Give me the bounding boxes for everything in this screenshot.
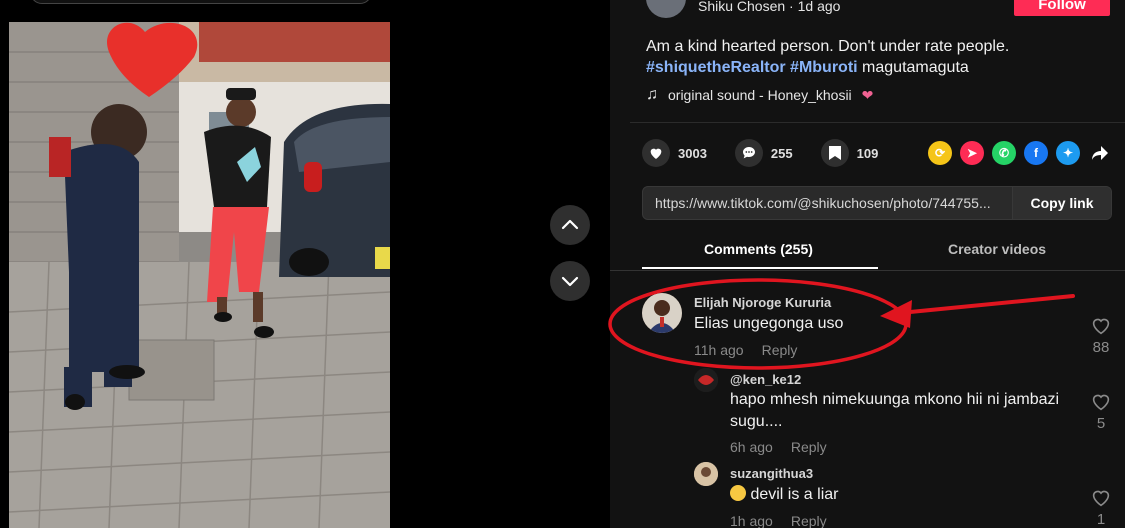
comment-text-row: devil is a liar <box>730 484 838 506</box>
commenter-photo <box>642 293 682 333</box>
music-note-icon: ♫ <box>646 86 658 103</box>
comment-author[interactable]: suzangithua3 <box>730 466 813 481</box>
avatar[interactable] <box>694 368 718 392</box>
share-arrow-icon <box>1092 146 1108 160</box>
heart-outline-icon <box>1092 490 1110 507</box>
commenter-photo <box>694 462 718 486</box>
twitter-icon: ✦ <box>1062 146 1074 160</box>
avatar[interactable] <box>642 293 682 333</box>
post-time: 1d ago <box>797 0 841 14</box>
comment-text-line: hapo mhesh nimekuunga mkono hii ni jamba… <box>730 391 1060 408</box>
caption-text: Am a kind hearted person. Don't under ra… <box>646 38 1010 55</box>
comment-time: 1h ago <box>730 513 773 528</box>
share-link-field[interactable]: https://www.tiktok.com/@shikuchosen/phot… <box>643 195 1012 211</box>
separator-dot: · <box>785 0 798 14</box>
share-link-box: https://www.tiktok.com/@shikuchosen/phot… <box>642 186 1112 220</box>
comment-author[interactable]: Elijah Njoroge Kururia <box>694 295 831 310</box>
comment-meta: 6h ago Reply <box>730 439 827 455</box>
comment-text: devil is a liar <box>750 486 839 503</box>
heart-outline-icon <box>1092 394 1110 411</box>
author-name[interactable]: Shiku Chosen <box>698 0 785 14</box>
comment-like[interactable]: 5 <box>1086 393 1116 432</box>
comment-like-count: 88 <box>1092 339 1110 356</box>
chevron-up-icon <box>561 219 579 230</box>
repost-button[interactable]: ⟳ <box>928 141 952 165</box>
heart-icon <box>650 148 662 159</box>
bookmark-icon <box>828 146 841 160</box>
comment-like-count: 1 <box>1096 511 1106 528</box>
post-photo <box>9 22 390 528</box>
comment-count: 255 <box>770 145 793 161</box>
heart-outline-icon <box>1092 318 1110 335</box>
send-button[interactable]: ➤ <box>960 141 984 165</box>
caption-tail: magutamaguta <box>862 59 969 76</box>
author-avatar[interactable] <box>646 0 686 18</box>
author-row: Shiku Chosen · 1d ago <box>646 0 840 18</box>
commenter-photo <box>694 368 718 392</box>
reply-button[interactable]: Reply <box>791 439 827 455</box>
comment-like[interactable]: 1 <box>1086 489 1116 528</box>
save-button[interactable] <box>820 139 849 167</box>
music-label: original sound - Honey_khosii <box>668 87 852 103</box>
reply-button[interactable]: Reply <box>762 342 798 358</box>
repost-icon: ⟳ <box>934 146 946 160</box>
comment-time: 6h ago <box>730 439 773 455</box>
comment-text-line: sugu.... <box>730 413 783 430</box>
comment-like[interactable]: 88 <box>1086 317 1116 356</box>
comment-button[interactable] <box>734 139 763 167</box>
whatsapp-button[interactable]: ✆ <box>992 141 1016 165</box>
comment-text: Elias ungegonga uso <box>694 315 844 332</box>
hashtag-link[interactable]: #shiquetheRealtor <box>646 59 786 76</box>
comment-meta: 11h ago Reply <box>694 342 797 358</box>
whatsapp-icon: ✆ <box>998 146 1010 160</box>
chevron-down-icon <box>561 276 579 287</box>
comment-time: 11h ago <box>694 342 744 358</box>
hashtag-link[interactable]: #Mburoti <box>790 59 858 76</box>
tab-comments[interactable]: Comments (255) <box>704 241 813 257</box>
send-icon: ➤ <box>966 146 978 160</box>
music-link[interactable]: ♫ original sound - Honey_khosii ❤ <box>646 86 873 104</box>
previous-post-button[interactable] <box>550 205 590 245</box>
comment-icon <box>742 147 755 159</box>
laughing-emoji-icon <box>730 485 746 501</box>
save-count: 109 <box>856 145 879 161</box>
like-button[interactable] <box>642 139 670 167</box>
share-buttons: ⟳ ➤ ✆ f ✦ <box>928 141 1112 165</box>
follow-button[interactable]: Follow <box>1014 0 1110 16</box>
comment-author[interactable]: @ken_ke12 <box>730 372 801 387</box>
previous-post-edge <box>30 0 372 4</box>
like-count: 3003 <box>678 145 707 161</box>
next-post-button[interactable] <box>550 261 590 301</box>
divider <box>630 122 1125 123</box>
post-caption: Am a kind hearted person. Don't under ra… <box>646 36 1096 78</box>
comment-like-count: 5 <box>1096 415 1106 432</box>
twitter-button[interactable]: ✦ <box>1056 141 1080 165</box>
comment-text: hapo mhesh nimekuunga mkono hii ni jamba… <box>730 389 1075 433</box>
active-tab-indicator <box>642 267 878 269</box>
copy-link-button[interactable]: Copy link <box>1012 187 1111 219</box>
facebook-icon: f <box>1034 146 1038 160</box>
heart-emoji-icon: ❤ <box>861 86 874 103</box>
reply-button[interactable]: Reply <box>791 513 827 528</box>
comment-meta: 1h ago Reply <box>730 513 827 528</box>
tab-bar: Comments (255) Creator videos <box>610 232 1125 271</box>
engagement-stats: 3003 255 109 <box>642 139 898 167</box>
tab-creator-videos[interactable]: Creator videos <box>948 241 1046 257</box>
more-share-button[interactable] <box>1088 141 1112 165</box>
avatar[interactable] <box>694 462 718 486</box>
details-panel: Shiku Chosen · 1d ago Follow Am a kind h… <box>610 0 1125 528</box>
facebook-button[interactable]: f <box>1024 141 1048 165</box>
